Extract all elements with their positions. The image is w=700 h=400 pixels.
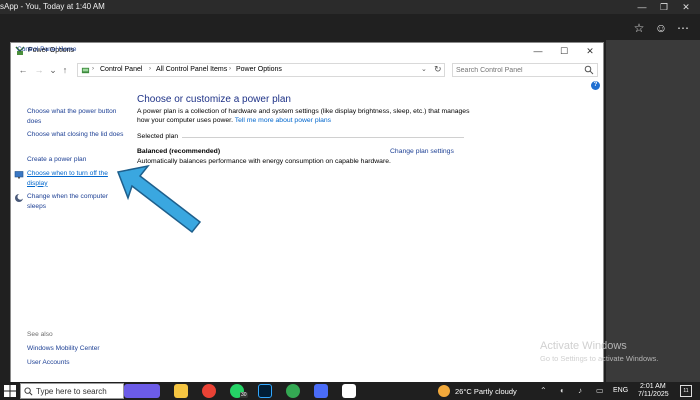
refresh-icon[interactable]: ↻ bbox=[434, 64, 442, 75]
more-options-icon[interactable]: ⋯ bbox=[674, 20, 692, 36]
taskbar-photoshop-icon[interactable] bbox=[258, 384, 272, 398]
learn-more-link[interactable]: Tell me more about power plans bbox=[235, 117, 331, 124]
address-dropdown-icon[interactable]: ⌄ bbox=[421, 65, 427, 73]
windows-start-icon[interactable] bbox=[4, 385, 16, 397]
sidebar-item-power-button[interactable]: Choose what the power button does bbox=[27, 107, 127, 126]
activate-windows-subtitle: Go to Settings to activate Windows. bbox=[540, 354, 659, 363]
search-icon[interactable] bbox=[584, 65, 594, 75]
taskbar-app-8-icon[interactable] bbox=[342, 384, 356, 398]
display-icon bbox=[14, 171, 24, 179]
tray-network-icon[interactable]: ◐ bbox=[560, 386, 565, 395]
taskbar-app-6-icon[interactable] bbox=[314, 384, 328, 398]
emoji-icon[interactable]: ☺ bbox=[652, 20, 670, 36]
breadcrumb-control-panel[interactable]: Control Panel bbox=[100, 66, 142, 73]
notification-center-icon[interactable]: 11 bbox=[680, 385, 692, 397]
close-button[interactable]: ✕ bbox=[577, 43, 603, 60]
viewer-background bbox=[606, 40, 700, 382]
favorite-star-icon[interactable]: ☆ bbox=[630, 20, 648, 36]
taskbar: Type here to search 30 26°C Partly cloud… bbox=[0, 382, 700, 400]
taskbar-search-icon bbox=[24, 387, 33, 396]
taskbar-search-box[interactable]: Type here to search bbox=[20, 383, 124, 399]
control-panel-icon bbox=[81, 67, 90, 74]
taskbar-file-explorer-icon[interactable] bbox=[174, 384, 188, 398]
taskbar-chrome-icon[interactable] bbox=[202, 384, 216, 398]
up-button[interactable]: ↑ bbox=[59, 64, 71, 76]
weather-text[interactable]: 26°C Partly cloudy bbox=[455, 387, 517, 396]
window-title-bar: Power Options — ☐ ✕ bbox=[11, 43, 603, 60]
change-plan-settings-link[interactable]: Change plan settings bbox=[390, 148, 454, 155]
sidebar-item-mobility-center[interactable]: Windows Mobility Center bbox=[27, 344, 127, 354]
viewer-minimize-button[interactable]: — bbox=[630, 1, 654, 13]
viewer-title-bar: sApp - You, Today at 1:40 AM — ❐ ✕ bbox=[0, 0, 700, 14]
taskbar-search-placeholder: Type here to search bbox=[36, 387, 107, 396]
breadcrumb-all-items[interactable]: All Control Panel Items bbox=[156, 66, 227, 73]
address-row: ← → ⌄ ↑ › Control Panel › All Control Pa… bbox=[11, 61, 603, 79]
sleep-moon-icon bbox=[15, 193, 24, 202]
search-box[interactable] bbox=[452, 63, 598, 77]
breadcrumb-power-options[interactable]: Power Options bbox=[236, 66, 282, 73]
tray-battery-icon[interactable]: ▭ bbox=[596, 386, 604, 395]
minimize-button[interactable]: — bbox=[525, 43, 551, 60]
sidebar-item-closing-lid[interactable]: Choose what closing the lid does bbox=[27, 130, 127, 140]
viewer-close-button[interactable]: ✕ bbox=[674, 1, 698, 13]
help-icon[interactable]: ? bbox=[591, 81, 600, 90]
weather-icon[interactable] bbox=[438, 385, 450, 397]
section-divider bbox=[182, 137, 464, 138]
viewer-restore-button[interactable]: ❐ bbox=[652, 1, 676, 13]
plan-name: Balanced (recommended) bbox=[137, 148, 221, 155]
language-indicator[interactable]: ENG bbox=[613, 387, 628, 394]
selected-plan-label: Selected plan bbox=[137, 133, 179, 140]
maximize-button[interactable]: ☐ bbox=[551, 43, 577, 60]
taskbar-chrome-profile-icon[interactable] bbox=[286, 384, 300, 398]
forward-button[interactable]: → bbox=[33, 64, 45, 76]
recent-locations-button[interactable]: ⌄ bbox=[47, 64, 59, 76]
whatsapp-badge: 30 bbox=[240, 392, 248, 398]
clock-date[interactable]: 7/11/2025 bbox=[638, 391, 669, 398]
taskbar-app-1-icon[interactable] bbox=[124, 384, 160, 398]
sidebar-item-user-accounts[interactable]: User Accounts bbox=[27, 358, 127, 368]
search-input[interactable] bbox=[456, 65, 580, 76]
breadcrumb-separator-icon: › bbox=[92, 66, 94, 72]
back-button[interactable]: ← bbox=[17, 64, 29, 76]
tray-chevron-icon[interactable]: ⌃ bbox=[540, 386, 547, 395]
breadcrumb-separator-icon: › bbox=[229, 66, 231, 72]
power-options-window: Power Options — ☐ ✕ ← → ⌄ ↑ › Control Pa… bbox=[10, 42, 604, 384]
page-description: A power plan is a collection of hardware… bbox=[137, 107, 477, 125]
see-also-heading: See also bbox=[27, 331, 53, 338]
sidebar-control-panel-home[interactable]: Control Panel Home bbox=[17, 46, 76, 53]
viewer-title: sApp - You, Today at 1:40 AM bbox=[0, 2, 105, 11]
address-bar[interactable]: › Control Panel › All Control Panel Item… bbox=[77, 63, 445, 77]
sidebar-item-turn-off-display[interactable]: Choose when to turn off the display bbox=[27, 169, 119, 188]
breadcrumb-separator-icon: › bbox=[149, 66, 151, 72]
tray-volume-icon[interactable]: ♪ bbox=[578, 386, 582, 395]
page-title: Choose or customize a power plan bbox=[137, 94, 291, 105]
clock-time[interactable]: 2:01 AM bbox=[640, 383, 666, 390]
annotation-arrow-icon bbox=[116, 164, 202, 234]
activate-windows-title: Activate Windows bbox=[540, 340, 627, 352]
